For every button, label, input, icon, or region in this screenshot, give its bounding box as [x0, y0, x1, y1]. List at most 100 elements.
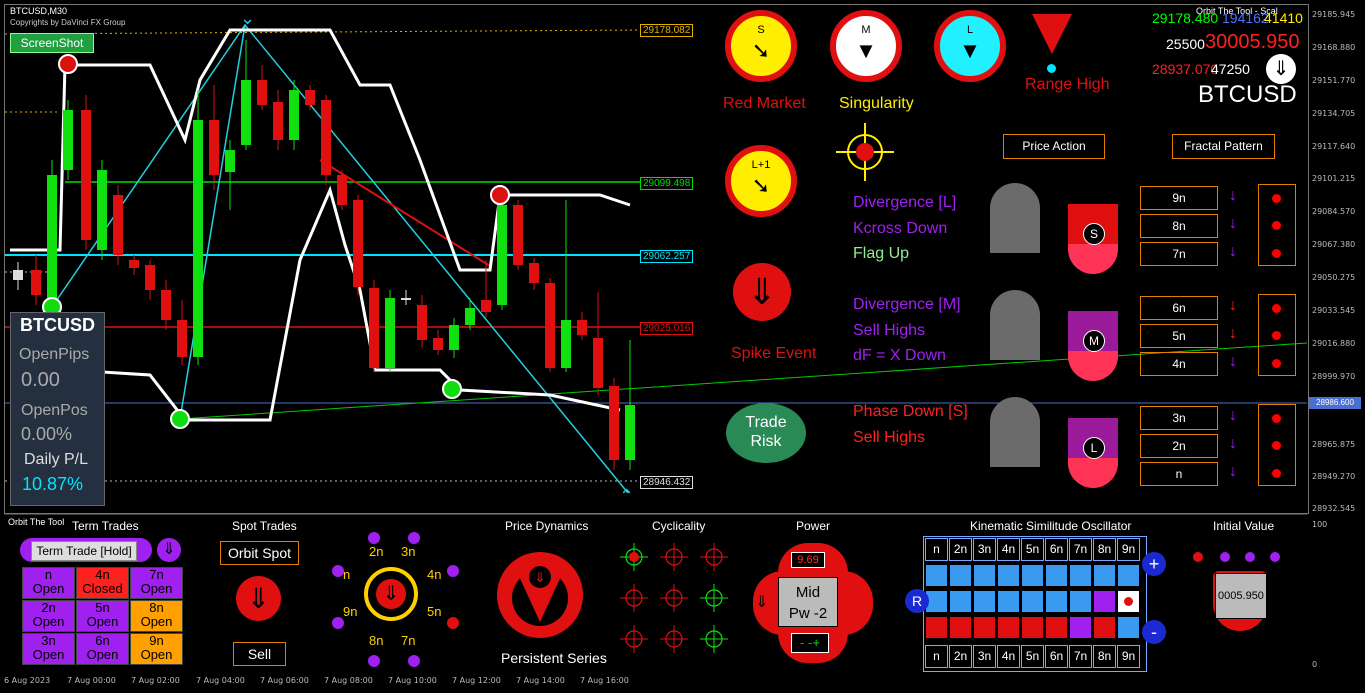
- power-gauge: 9.69 Mid Pw -2 ⇓ - -+: [753, 543, 873, 663]
- down-arrow-icon: ↓: [1229, 243, 1237, 260]
- red-dot-icon: [1272, 194, 1281, 203]
- price-axis-label: 28999.970: [1312, 372, 1356, 381]
- orbit-center-icon: ⇓: [364, 567, 418, 621]
- kso-cell: [1021, 616, 1044, 639]
- spike-event-label: Spike Event: [731, 345, 817, 362]
- term-trade-cell[interactable]: 5n Open: [76, 600, 129, 632]
- kso-top-label: 3n: [973, 538, 996, 561]
- sell-button[interactable]: Sell: [233, 642, 286, 666]
- range-high-label: Range High: [1025, 76, 1110, 93]
- orbit-tool-label: Orbit The Tool: [8, 517, 65, 527]
- cell-n: 6n: [95, 633, 110, 648]
- orbit-label: 3n: [401, 544, 416, 559]
- kso-cell: [1117, 590, 1140, 613]
- copyright-text: Copyrights by DaVinci FX Group: [10, 18, 126, 27]
- red-market-label: Red Market: [723, 95, 806, 112]
- price-tag-3: 29062.257: [640, 250, 694, 263]
- term-trade-cell[interactable]: 4n Closed: [76, 567, 129, 599]
- time-axis-label: 7 Aug 10:00: [388, 676, 437, 685]
- kso-cell: [1093, 590, 1116, 613]
- orbit-dot-icon: [368, 655, 380, 667]
- gray-block-2: [990, 290, 1040, 360]
- price-axis-label: 29101.215: [1312, 174, 1356, 183]
- red-dot-icon: [1272, 304, 1281, 313]
- term-trade-cell[interactable]: 6n Open: [76, 633, 129, 665]
- price-axis-label: 29084.570: [1312, 207, 1356, 216]
- kso-cell: [1093, 616, 1116, 639]
- kso-r-button[interactable]: R: [905, 589, 929, 613]
- power-pw: Pw -2: [788, 605, 828, 622]
- crosshair-icon: [660, 625, 688, 653]
- kso-cell: [1045, 590, 1068, 613]
- red-dot-icon: [1272, 331, 1281, 340]
- price-axis-label: 28965.875: [1312, 440, 1356, 449]
- signal-sell-highs-m: Sell Highs: [853, 322, 926, 339]
- price-tag-1: 29178.082: [640, 24, 694, 37]
- orbit-label: 7n: [401, 633, 416, 648]
- candle-s-icon: S: [1068, 204, 1118, 274]
- n-box: 2n: [1140, 434, 1218, 458]
- cell-status: Open: [140, 614, 173, 629]
- term-trade-hold-button[interactable]: Term Trade [Hold]: [31, 541, 137, 561]
- crosshair-icon: [620, 584, 648, 612]
- term-trade-cell[interactable]: 2n Open: [22, 600, 75, 632]
- kso-bottom-label: 9n: [1117, 645, 1140, 668]
- term-trade-cell[interactable]: 3n Open: [22, 633, 75, 665]
- signal-df-down: dF = X Down: [853, 347, 946, 364]
- price-axis-label: 29016.880: [1312, 339, 1356, 348]
- symbol-big: BTCUSD: [1198, 81, 1297, 108]
- screenshot-button[interactable]: ScreenShot: [10, 33, 94, 53]
- n-box: 8n: [1140, 214, 1218, 238]
- iv-dot-3: [1245, 552, 1255, 562]
- initial-value-gauge: 0005.950: [1213, 571, 1267, 643]
- price-red-small: 28937.070: [1152, 61, 1219, 77]
- orbit-spot-button[interactable]: Orbit Spot: [220, 541, 299, 565]
- orbit-dot-icon: [447, 565, 459, 577]
- down-arrow-icon: ↓: [1229, 435, 1237, 452]
- time-axis-label: 7 Aug 12:00: [452, 676, 501, 685]
- time-axis-label: 6 Aug 2023: [4, 676, 51, 685]
- term-trades-title: Term Trades: [72, 519, 139, 533]
- time-axis-label: 7 Aug 02:00: [131, 676, 180, 685]
- trade-risk-badge[interactable]: Trade Risk: [726, 403, 806, 463]
- singularity-crosshair-icon: [836, 123, 894, 181]
- orbit-label: 9n: [343, 604, 358, 619]
- fractal-pattern-button[interactable]: Fractal Pattern: [1172, 134, 1275, 159]
- crosshair-icon: [700, 584, 728, 612]
- crosshair-icon: [620, 543, 648, 571]
- kso-bottom-label: 5n: [1021, 645, 1044, 668]
- price-dynamics-title: Price Dynamics: [505, 519, 589, 533]
- kso-cell: [949, 590, 972, 613]
- kso-top-label: 7n: [1069, 538, 1092, 561]
- cell-status: Open: [140, 581, 173, 596]
- gray-block-1: [990, 183, 1040, 253]
- price-action-button[interactable]: Price Action: [1003, 134, 1105, 159]
- crosshair-icon: [620, 625, 648, 653]
- orbit-dot-icon: [408, 532, 420, 544]
- kso-cell: [925, 616, 948, 639]
- account-panel: BTCUSD OpenPips 0.00 OpenPos 0.00% Daily…: [10, 312, 105, 506]
- power-title: Power: [796, 519, 831, 533]
- term-trade-cell[interactable]: 7n Open: [130, 567, 183, 599]
- down-arrow-icon: ↓: [1229, 325, 1237, 342]
- kso-bottom-label: n: [925, 645, 948, 668]
- daily-label: Daily P/L: [24, 451, 89, 468]
- down-arrow-icon: ↓: [1229, 407, 1237, 424]
- kso-minus-button[interactable]: -: [1142, 620, 1166, 644]
- price-axis-label: 29168.880: [1312, 43, 1356, 52]
- sub-axis-100: 100: [1312, 520, 1328, 529]
- term-trade-cell[interactable]: 9n Open: [130, 633, 183, 665]
- cell-n: 2n: [41, 600, 56, 615]
- crosshair-icon: [700, 625, 728, 653]
- n-box: 5n: [1140, 324, 1218, 348]
- kso-plus-button[interactable]: +: [1142, 552, 1166, 576]
- price-white2: 47250: [1211, 61, 1250, 77]
- current-price-tag: 28986.600: [1309, 397, 1361, 409]
- term-trade-cell[interactable]: n Open: [22, 567, 75, 599]
- term-trade-cell[interactable]: 8n Open: [130, 600, 183, 632]
- cell-status: Closed: [82, 581, 123, 596]
- kso-cell: [1117, 564, 1140, 587]
- price-axis-label: 29067.380: [1312, 240, 1356, 249]
- kso-top-label: 5n: [1021, 538, 1044, 561]
- kso-top-label: 9n: [1117, 538, 1140, 561]
